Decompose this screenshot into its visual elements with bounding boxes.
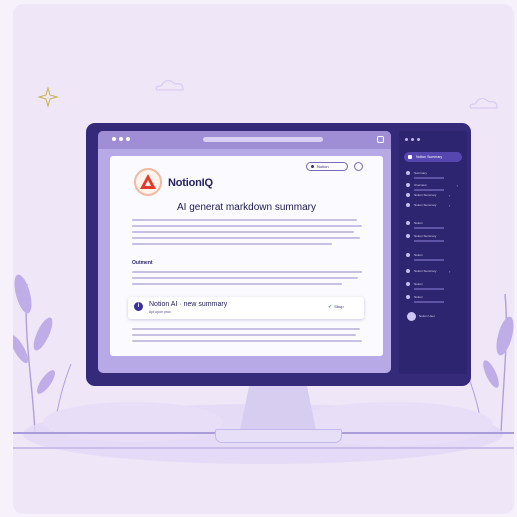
avatar[interactable] bbox=[407, 312, 416, 321]
sidebar-item[interactable]: Notion Summary › bbox=[406, 193, 450, 198]
desk-line-lower bbox=[13, 447, 514, 449]
app-window: Notion NotionIQ AI generat markdown summ… bbox=[98, 131, 391, 373]
paragraph-intro bbox=[132, 219, 362, 249]
page-title: AI generat markdown summary bbox=[177, 202, 316, 213]
header-button[interactable]: Notion bbox=[306, 162, 348, 171]
sidebar-item[interactable]: Notion bbox=[406, 295, 444, 303]
paragraph-outline bbox=[132, 271, 362, 289]
monitor-stand-neck bbox=[240, 386, 316, 430]
callout-title: Notion AI · new summary bbox=[149, 301, 228, 308]
window-icon[interactable] bbox=[377, 136, 384, 143]
brand-name: NotionIQ bbox=[168, 177, 213, 189]
sidebar-item-active[interactable]: Notion Summary bbox=[404, 152, 462, 162]
document-page: Notion NotionIQ AI generat markdown summ… bbox=[110, 156, 383, 356]
window-titlebar bbox=[98, 131, 391, 149]
user-label: Notion User bbox=[419, 314, 435, 318]
alert-triangle-icon bbox=[140, 174, 156, 189]
info-icon: i bbox=[134, 302, 143, 311]
section-heading: Outment bbox=[132, 260, 153, 266]
window-controls[interactable] bbox=[112, 137, 130, 141]
address-bar[interactable] bbox=[203, 137, 323, 142]
check-icon: ✔ bbox=[328, 304, 333, 310]
sidebar-item[interactable]: Notion bbox=[406, 221, 444, 229]
sidebar-item[interactable]: Notion bbox=[406, 282, 444, 290]
paragraph-body bbox=[132, 328, 362, 346]
brand-logo bbox=[134, 168, 162, 196]
sidebar-item[interactable]: Notion bbox=[406, 253, 444, 261]
ai-summary-callout[interactable]: i Notion AI · new summary Apt upon proc … bbox=[128, 297, 364, 319]
sidebar-item[interactable]: Notion Summary bbox=[406, 234, 444, 242]
cloud-icon bbox=[155, 79, 498, 109]
sidebar-panel: Notion Summary Summary Overview › Notion … bbox=[399, 131, 467, 374]
sidebar-item[interactable]: Overview › bbox=[406, 183, 458, 191]
sidebar-item[interactable]: Notion Summary › bbox=[406, 269, 450, 274]
sidebar-item[interactable]: Summary bbox=[406, 171, 444, 179]
sparkle-icon bbox=[37, 86, 59, 108]
sidebar-controls[interactable] bbox=[405, 138, 420, 141]
callout-subtitle: Apt upon proc bbox=[149, 310, 171, 314]
callout-status: ✔ Sbup bbox=[328, 304, 344, 310]
menu-icon[interactable] bbox=[354, 162, 363, 171]
monitor-stand-base bbox=[215, 429, 342, 443]
sidebar-item[interactable]: Notion Summary › bbox=[406, 203, 450, 208]
